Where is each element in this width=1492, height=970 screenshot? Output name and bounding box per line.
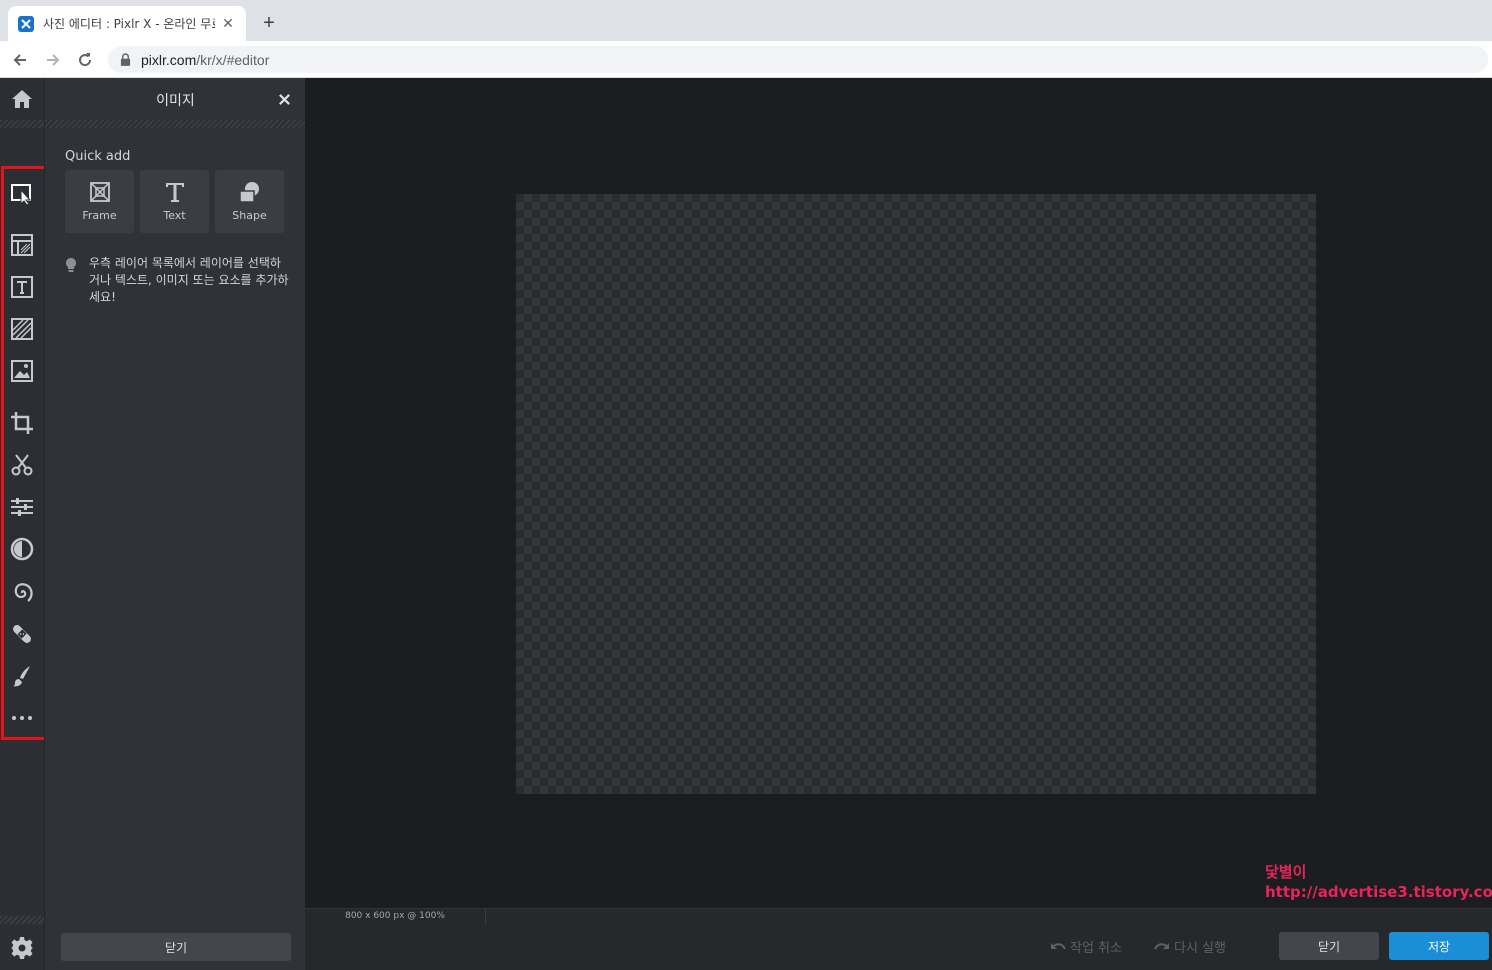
status-bar: 800 x 600 px @ 100%	[305, 908, 1492, 924]
text-icon	[165, 183, 184, 202]
quick-add-frame-button[interactable]: Frame	[65, 170, 134, 233]
watermark-name: 닻별이	[1265, 863, 1307, 881]
undo-icon	[1051, 942, 1066, 950]
canvas-workspace: 닻별이 http://advertise3.tistory.com/	[305, 78, 1492, 908]
hint: 우측 레이어 목록에서 레이어를 선택하거나 텍스트, 이미지 또는 요소를 추…	[65, 255, 290, 306]
redo-label: 다시 실행	[1174, 941, 1226, 956]
sidebar-divider	[0, 120, 44, 128]
browser-toolbar: pixlr.com/kr/x/#editor	[0, 41, 1492, 78]
transparent-canvas[interactable]	[516, 194, 1316, 794]
url-host: pixlr.com	[141, 51, 197, 68]
new-tab-button[interactable]: +	[258, 12, 280, 34]
redo-icon	[1154, 942, 1169, 950]
panel-close-button[interactable]	[275, 90, 293, 108]
reload-button[interactable]	[74, 49, 96, 71]
panel-title: 이미지	[156, 93, 195, 109]
url-path: /kr/x/#editor	[196, 51, 270, 68]
hint-text: 우측 레이어 목록에서 레이어를 선택하거나 텍스트, 이미지 또는 요소를 추…	[89, 256, 289, 304]
editor: 이미지 Quick add Frame Text Shape 우측 레이어 목록…	[0, 78, 1492, 970]
shape-icon	[238, 182, 259, 203]
settings-button[interactable]	[4, 930, 40, 966]
quick-add-shape-button[interactable]: Shape	[215, 170, 284, 233]
home-icon	[12, 90, 32, 108]
watermark-url: http://advertise3.tistory.com/	[1265, 883, 1492, 901]
quick-add-frame-label: Frame	[82, 209, 117, 222]
tool-sidebar	[0, 78, 47, 970]
bottom-bar: 작업 취소 다시 실행 닫기 저장	[305, 924, 1492, 970]
lock-icon	[120, 53, 132, 67]
browser-tab[interactable]: 사진 에디터 : Pixlr X - 온라인 무료 사진 ✕	[8, 6, 246, 41]
watermark: 닻별이 http://advertise3.tistory.com/	[1265, 862, 1492, 902]
canvas-size-readout: 800 x 600 px @ 100%	[305, 909, 486, 924]
panel-divider	[45, 120, 306, 128]
home-button[interactable]	[0, 78, 44, 120]
quick-add-text-button[interactable]: Text	[140, 170, 209, 233]
quick-add-shape-label: Shape	[232, 209, 267, 222]
redo-button[interactable]: 다시 실행	[1154, 937, 1226, 956]
close-icon	[278, 93, 290, 105]
lightbulb-icon	[66, 258, 76, 272]
gear-icon	[11, 937, 33, 959]
tools-highlight-box	[1, 166, 47, 740]
undo-button[interactable]: 작업 취소	[1050, 937, 1122, 956]
reload-icon	[79, 53, 92, 67]
back-button[interactable]	[9, 49, 31, 71]
quick-add-text-label: Text	[163, 209, 186, 222]
url-text: pixlr.com/kr/x/#editor	[141, 52, 269, 68]
forward-button[interactable]	[42, 49, 64, 71]
save-button[interactable]: 저장	[1389, 932, 1489, 960]
browser-tabbar: 사진 에디터 : Pixlr X - 온라인 무료 사진 ✕ +	[0, 0, 1492, 41]
undo-label: 작업 취소	[1070, 941, 1122, 956]
quick-add-label: Quick add	[65, 149, 131, 164]
close-button[interactable]: 닫기	[1279, 932, 1379, 960]
panel-close-text-button[interactable]: 닫기	[61, 933, 291, 961]
sidebar-divider-bottom	[0, 916, 44, 924]
tab-title: 사진 에디터 : Pixlr X - 온라인 무료 사진	[43, 17, 215, 31]
image-panel: 이미지 Quick add Frame Text Shape 우측 레이어 목록…	[44, 78, 306, 970]
frame-icon	[89, 182, 110, 202]
tab-close-icon[interactable]: ✕	[220, 15, 236, 32]
pixlr-favicon-icon	[18, 15, 34, 32]
address-bar[interactable]: pixlr.com/kr/x/#editor	[108, 46, 1488, 73]
forward-arrow-icon	[47, 54, 60, 66]
back-arrow-icon	[13, 54, 26, 66]
